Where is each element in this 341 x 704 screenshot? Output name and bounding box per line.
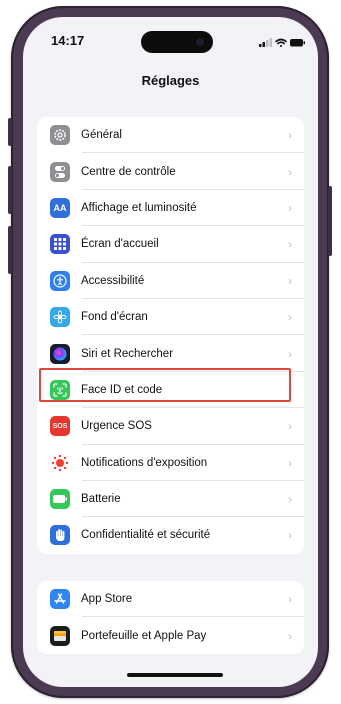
chevron-right-icon: › bbox=[288, 237, 292, 252]
settings-item-wallpaper[interactable]: Fond d'écran › bbox=[37, 299, 304, 336]
settings-item-label: Général bbox=[81, 129, 122, 142]
settings-item-general[interactable]: Général › bbox=[37, 117, 304, 154]
gear-icon bbox=[50, 125, 70, 146]
text-size-icon: AA bbox=[50, 197, 70, 218]
settings-item-siri[interactable]: Siri et Rechercher › bbox=[37, 335, 304, 372]
settings-item-label: Siri et Rechercher bbox=[81, 347, 174, 360]
chevron-right-icon: › bbox=[288, 419, 292, 434]
action-button bbox=[8, 118, 12, 146]
screen: 14:17 Réglages Général › Centre de contr… bbox=[23, 17, 318, 687]
settings-item-privacy[interactable]: Confidentialité et sécurité › bbox=[37, 517, 304, 553]
chevron-right-icon: › bbox=[288, 200, 292, 215]
settings-item-emergency-sos[interactable]: SOS Urgence SOS › bbox=[37, 408, 304, 445]
status-bar: 14:17 bbox=[23, 29, 318, 53]
settings-item-label: Urgence SOS bbox=[81, 420, 152, 433]
settings-item-display[interactable]: AA Affichage et luminosité › bbox=[37, 190, 304, 227]
settings-item-exposure-notifications[interactable]: Notifications d'exposition › bbox=[37, 445, 304, 481]
exposure-icon bbox=[50, 452, 70, 473]
chevron-right-icon: › bbox=[288, 164, 292, 179]
settings-item-app-store[interactable]: App Store › bbox=[37, 581, 304, 618]
settings-item-label: Notifications d'exposition bbox=[81, 456, 208, 469]
power-button bbox=[328, 186, 332, 256]
settings-item-battery[interactable]: Batterie › bbox=[37, 481, 304, 518]
chevron-right-icon: › bbox=[288, 128, 292, 143]
settings-item-label: Portefeuille et Apple Pay bbox=[81, 629, 207, 642]
settings-item-accessibility[interactable]: Accessibilité › bbox=[37, 263, 304, 299]
home-indicator[interactable] bbox=[127, 673, 223, 677]
settings-item-wallet[interactable]: Portefeuille et Apple Pay › bbox=[37, 617, 304, 653]
chevron-right-icon: › bbox=[288, 455, 292, 470]
flower-icon bbox=[50, 307, 70, 328]
settings-item-label: App Store bbox=[81, 593, 133, 606]
status-time: 14:17 bbox=[51, 33, 85, 48]
settings-item-label: Batterie bbox=[81, 493, 121, 506]
settings-item-label: Fond d'écran bbox=[81, 311, 148, 324]
chevron-right-icon: › bbox=[288, 628, 292, 643]
app-grid-icon bbox=[50, 234, 70, 255]
hand-icon bbox=[50, 525, 70, 546]
page-title: Réglages bbox=[141, 73, 200, 88]
siri-icon bbox=[50, 343, 70, 364]
volume-down-button bbox=[8, 226, 12, 274]
chevron-right-icon: › bbox=[288, 310, 292, 325]
settings-item-label: Écran d'accueil bbox=[81, 238, 159, 251]
battery-icon bbox=[50, 489, 70, 510]
chevron-right-icon: › bbox=[288, 592, 292, 607]
settings-group-store: App Store › Portefeuille et Apple Pay › bbox=[37, 581, 304, 654]
wifi-icon bbox=[275, 38, 287, 47]
app-store-icon bbox=[50, 589, 70, 610]
toggles-icon bbox=[50, 161, 70, 182]
cellular-signal-icon bbox=[259, 38, 272, 47]
chevron-right-icon: › bbox=[288, 273, 292, 288]
volume-up-button bbox=[8, 166, 12, 214]
sos-icon: SOS bbox=[50, 416, 70, 437]
settings-item-home-screen[interactable]: Écran d'accueil › bbox=[37, 226, 304, 263]
settings-group-main: Général › Centre de contrôle › AA Affich… bbox=[37, 117, 304, 554]
wallet-icon bbox=[50, 625, 70, 646]
chevron-right-icon: › bbox=[288, 346, 292, 361]
accessibility-icon bbox=[50, 270, 70, 291]
battery-status-icon bbox=[290, 39, 305, 47]
dynamic-island bbox=[141, 31, 213, 53]
settings-item-label: Affichage et luminosité bbox=[81, 201, 197, 214]
chevron-right-icon: › bbox=[288, 528, 292, 543]
chevron-right-icon: › bbox=[288, 492, 292, 507]
status-icons bbox=[259, 38, 305, 47]
settings-item-label: Confidentialité et sécurité bbox=[81, 529, 211, 542]
highlight-box bbox=[39, 368, 291, 402]
settings-item-label: Accessibilité bbox=[81, 274, 145, 287]
settings-item-label: Centre de contrôle bbox=[81, 165, 176, 178]
settings-item-control-center[interactable]: Centre de contrôle › bbox=[37, 153, 304, 190]
